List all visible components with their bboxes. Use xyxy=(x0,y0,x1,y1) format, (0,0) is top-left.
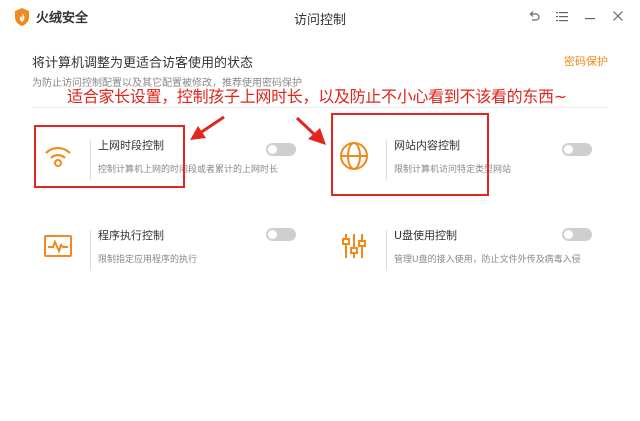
annotation-arrows xyxy=(190,115,326,145)
arrow-left-icon xyxy=(190,115,225,140)
arrow-right-icon xyxy=(295,116,326,145)
